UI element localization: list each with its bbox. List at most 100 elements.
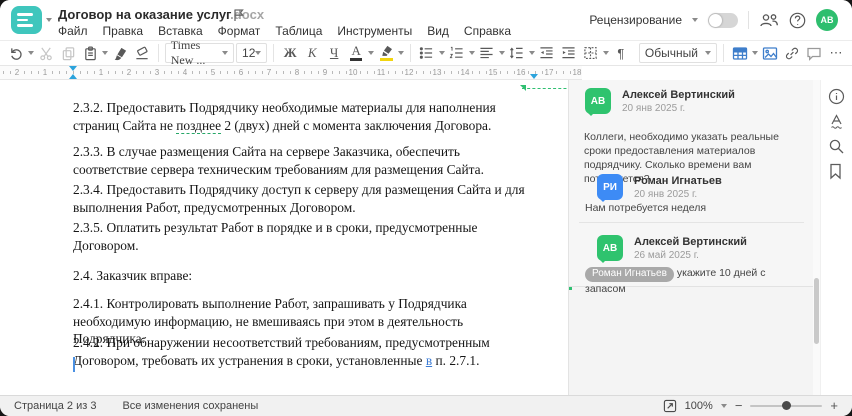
underline-button[interactable]: Ч [324, 42, 344, 64]
zoom-in-button[interactable]: + [830, 399, 838, 412]
fit-width-icon[interactable] [663, 399, 677, 413]
zoom-caret-icon[interactable] [720, 404, 727, 408]
highlight-color-caret-icon[interactable] [398, 51, 405, 55]
review-mode-label[interactable]: Рецензирование [589, 13, 682, 27]
show-paragraph-marks-button[interactable]: ¶ [611, 42, 631, 64]
logo-dropdown-caret-icon[interactable] [46, 18, 52, 22]
menu-view[interactable]: Вид [427, 24, 449, 38]
text-cursor [73, 357, 75, 372]
app-logo-icon[interactable] [11, 6, 42, 34]
ruler-tick [150, 71, 151, 74]
reply2-author-avatar: АВ [597, 235, 623, 263]
zoom-controls: 100% − + [663, 399, 838, 413]
menu-table[interactable]: Таблица [275, 24, 322, 38]
ruler-number: 11 [376, 68, 386, 77]
vertical-scrollbar[interactable] [813, 80, 820, 395]
about-icon[interactable] [828, 88, 845, 105]
spellcheck-icon[interactable] [828, 113, 845, 130]
right-indent-marker[interactable] [530, 74, 538, 79]
scrollbar-thumb[interactable] [814, 278, 819, 344]
ruler-tick [234, 71, 235, 74]
paragraph-style-select[interactable]: Обычный [638, 43, 718, 63]
undo-button[interactable] [6, 42, 26, 64]
line-spacing-button[interactable] [507, 42, 527, 64]
ruler-number: 17 [544, 68, 554, 77]
align-caret-icon[interactable] [498, 51, 505, 55]
menu-file[interactable]: Файл [58, 24, 88, 38]
ruler-tick [290, 71, 291, 74]
copy-style-button[interactable] [110, 42, 130, 64]
zoom-out-button[interactable]: − [735, 399, 743, 412]
clear-style-button[interactable] [132, 42, 152, 64]
mention-chip[interactable]: Роман Игнатьев [585, 266, 674, 282]
line-spacing-caret-icon[interactable] [528, 51, 535, 55]
left-indent-marker[interactable] [69, 74, 77, 79]
comment-thread[interactable]: АВ Алексей Вертинский 20 янв 2025 г. Кол… [569, 80, 814, 295]
menu-insert[interactable]: Вставка [158, 24, 203, 38]
paragraph-2-3-3[interactable]: 2.3.3. В случае размещения Сайта на серв… [73, 143, 537, 178]
ruler-tick [542, 71, 543, 74]
paragraph-2-4[interactable]: 2.4. Заказчик вправе: [73, 267, 537, 285]
decrease-indent-button[interactable] [537, 42, 557, 64]
insert-link-button[interactable] [782, 42, 802, 64]
borders-caret-icon[interactable] [602, 51, 609, 55]
numbered-list-button[interactable] [447, 42, 467, 64]
menu-format[interactable]: Формат [218, 24, 261, 38]
reply-date: 20 янв 2025 г. [634, 189, 698, 200]
menu-help[interactable]: Справка [464, 24, 511, 38]
paste-button[interactable] [80, 42, 100, 64]
menu-edit[interactable]: Правка [103, 24, 144, 38]
ruler-tick [556, 71, 557, 74]
favorite-flag-icon[interactable] [232, 8, 245, 22]
search-icon[interactable] [828, 138, 845, 155]
numbered-list-caret-icon[interactable] [468, 51, 475, 55]
paragraph-2-4-2[interactable]: 2.4.2. При обнаружении несоответствий тр… [73, 334, 537, 369]
zoom-slider-knob[interactable] [782, 401, 792, 410]
comment-date: 20 янв 2025 г. [622, 103, 686, 114]
insert-image-button[interactable] [760, 42, 780, 64]
insert-comment-button[interactable] [804, 42, 824, 64]
ruler-horizontal[interactable]: 2 1 1 2 3 4 5 6 7 8 9 10 11 12 13 14 15 16 17 18 [0, 66, 582, 80]
font-name-caret-icon [222, 51, 229, 55]
review-dropdown-caret-icon[interactable] [692, 18, 698, 22]
review-toggle[interactable] [708, 12, 738, 28]
help-icon[interactable] [789, 12, 806, 29]
undo-dropdown-caret-icon[interactable] [28, 51, 34, 55]
bullet-list-caret-icon[interactable] [438, 51, 445, 55]
paragraph-2-3-4[interactable]: 2.3.4. Предоставить Подрядчику доступ к … [73, 181, 537, 216]
status-bar: Страница 2 из 3 Все изменения сохранены … [0, 395, 852, 416]
paragraph-2-3-2[interactable]: 2.3.2. Предоставить Подрядчику необходим… [73, 99, 537, 134]
ruler-tick [430, 71, 431, 74]
highlight-color-button[interactable] [376, 42, 396, 64]
font-color-button[interactable]: А [346, 42, 366, 64]
font-size-select[interactable]: 12 [236, 43, 268, 63]
increase-indent-button[interactable] [559, 42, 579, 64]
bullet-list-button[interactable] [417, 42, 437, 64]
p1-commented-text[interactable]: позднее [176, 117, 222, 134]
more-tools-button[interactable]: ⋯ [826, 42, 846, 64]
cut-button[interactable] [36, 42, 56, 64]
collaborators-icon[interactable] [759, 12, 779, 28]
zoom-slider[interactable] [750, 401, 823, 410]
insert-table-caret-icon[interactable] [751, 51, 758, 55]
paragraph-2-3-5[interactable]: 2.3.5. Оплатить результат Работ в порядк… [73, 219, 537, 254]
ruler-tick [206, 71, 207, 74]
font-color-caret-icon[interactable] [368, 51, 375, 55]
copy-button[interactable] [58, 42, 78, 64]
bold-button[interactable]: Ж [280, 42, 300, 64]
ruler-tick [94, 71, 95, 74]
menu-tools[interactable]: Инструменты [337, 24, 412, 38]
zoom-value[interactable]: 100% [685, 400, 713, 412]
insert-table-button[interactable] [730, 42, 750, 64]
user-avatar[interactable]: АВ [816, 9, 838, 31]
bookmark-icon[interactable] [828, 163, 843, 180]
document-page[interactable]: 2.3.2. Предоставить Подрядчику необходим… [14, 80, 582, 395]
font-name-select[interactable]: Times New ... [164, 38, 235, 67]
italic-button[interactable]: К [302, 42, 322, 64]
ruler-tick [304, 71, 305, 74]
align-left-button[interactable] [477, 42, 497, 64]
page-indicator[interactable]: Страница 2 из 3 [14, 400, 96, 412]
paste-dropdown-caret-icon[interactable] [102, 51, 108, 55]
ruler-tick [486, 71, 487, 74]
borders-button[interactable] [581, 42, 601, 64]
